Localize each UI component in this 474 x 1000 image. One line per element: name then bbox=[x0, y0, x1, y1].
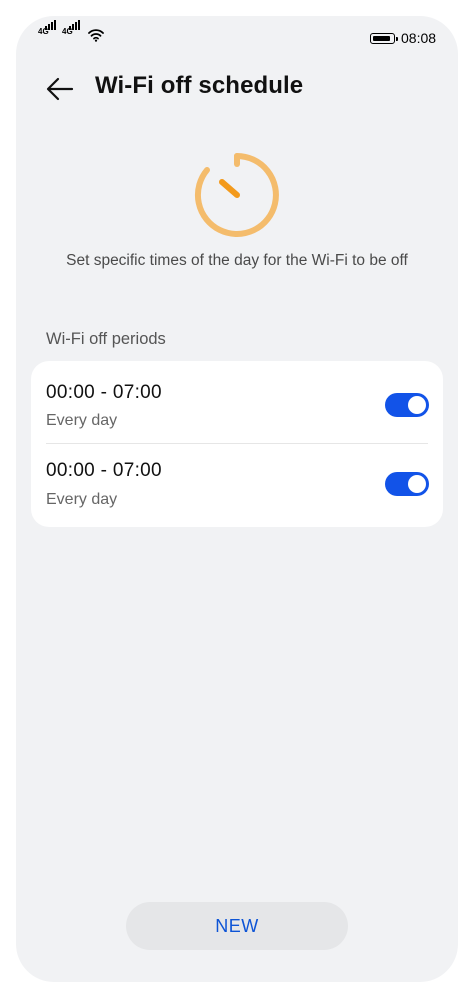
period-toggle[interactable] bbox=[385, 472, 429, 496]
status-bar: 4G 4G 08:08 bbox=[16, 16, 458, 60]
section-title: Wi-Fi off periods bbox=[46, 330, 166, 348]
new-button[interactable]: NEW bbox=[126, 902, 348, 950]
back-arrow-icon bbox=[46, 77, 74, 101]
battery-icon bbox=[370, 33, 398, 44]
schedule-description: Set specific times of the day for the Wi… bbox=[66, 252, 408, 269]
phone-screen: 4G 4G 08:08 Wi-Fi off schedule Set speci… bbox=[16, 16, 458, 982]
period-repeat: Every day bbox=[46, 412, 118, 429]
status-time: 08:08 bbox=[401, 30, 437, 46]
period-toggle[interactable] bbox=[385, 393, 429, 417]
list-item[interactable]: 00:00 - 07:00 Every day bbox=[31, 361, 443, 441]
divider bbox=[46, 443, 428, 444]
toggle-knob bbox=[408, 475, 426, 493]
period-repeat: Every day bbox=[46, 491, 118, 508]
wifi-icon bbox=[88, 29, 104, 42]
list-item[interactable]: 00:00 - 07:00 Every day bbox=[31, 445, 443, 525]
period-time: 00:00 - 07:00 bbox=[46, 382, 162, 403]
period-time: 00:00 - 07:00 bbox=[46, 460, 162, 481]
back-button[interactable] bbox=[44, 74, 78, 104]
periods-card: 00:00 - 07:00 Every day 00:00 - 07:00 Ev… bbox=[31, 361, 443, 527]
toggle-knob bbox=[408, 396, 426, 414]
timer-icon bbox=[194, 153, 279, 237]
page-title: Wi-Fi off schedule bbox=[95, 72, 304, 99]
